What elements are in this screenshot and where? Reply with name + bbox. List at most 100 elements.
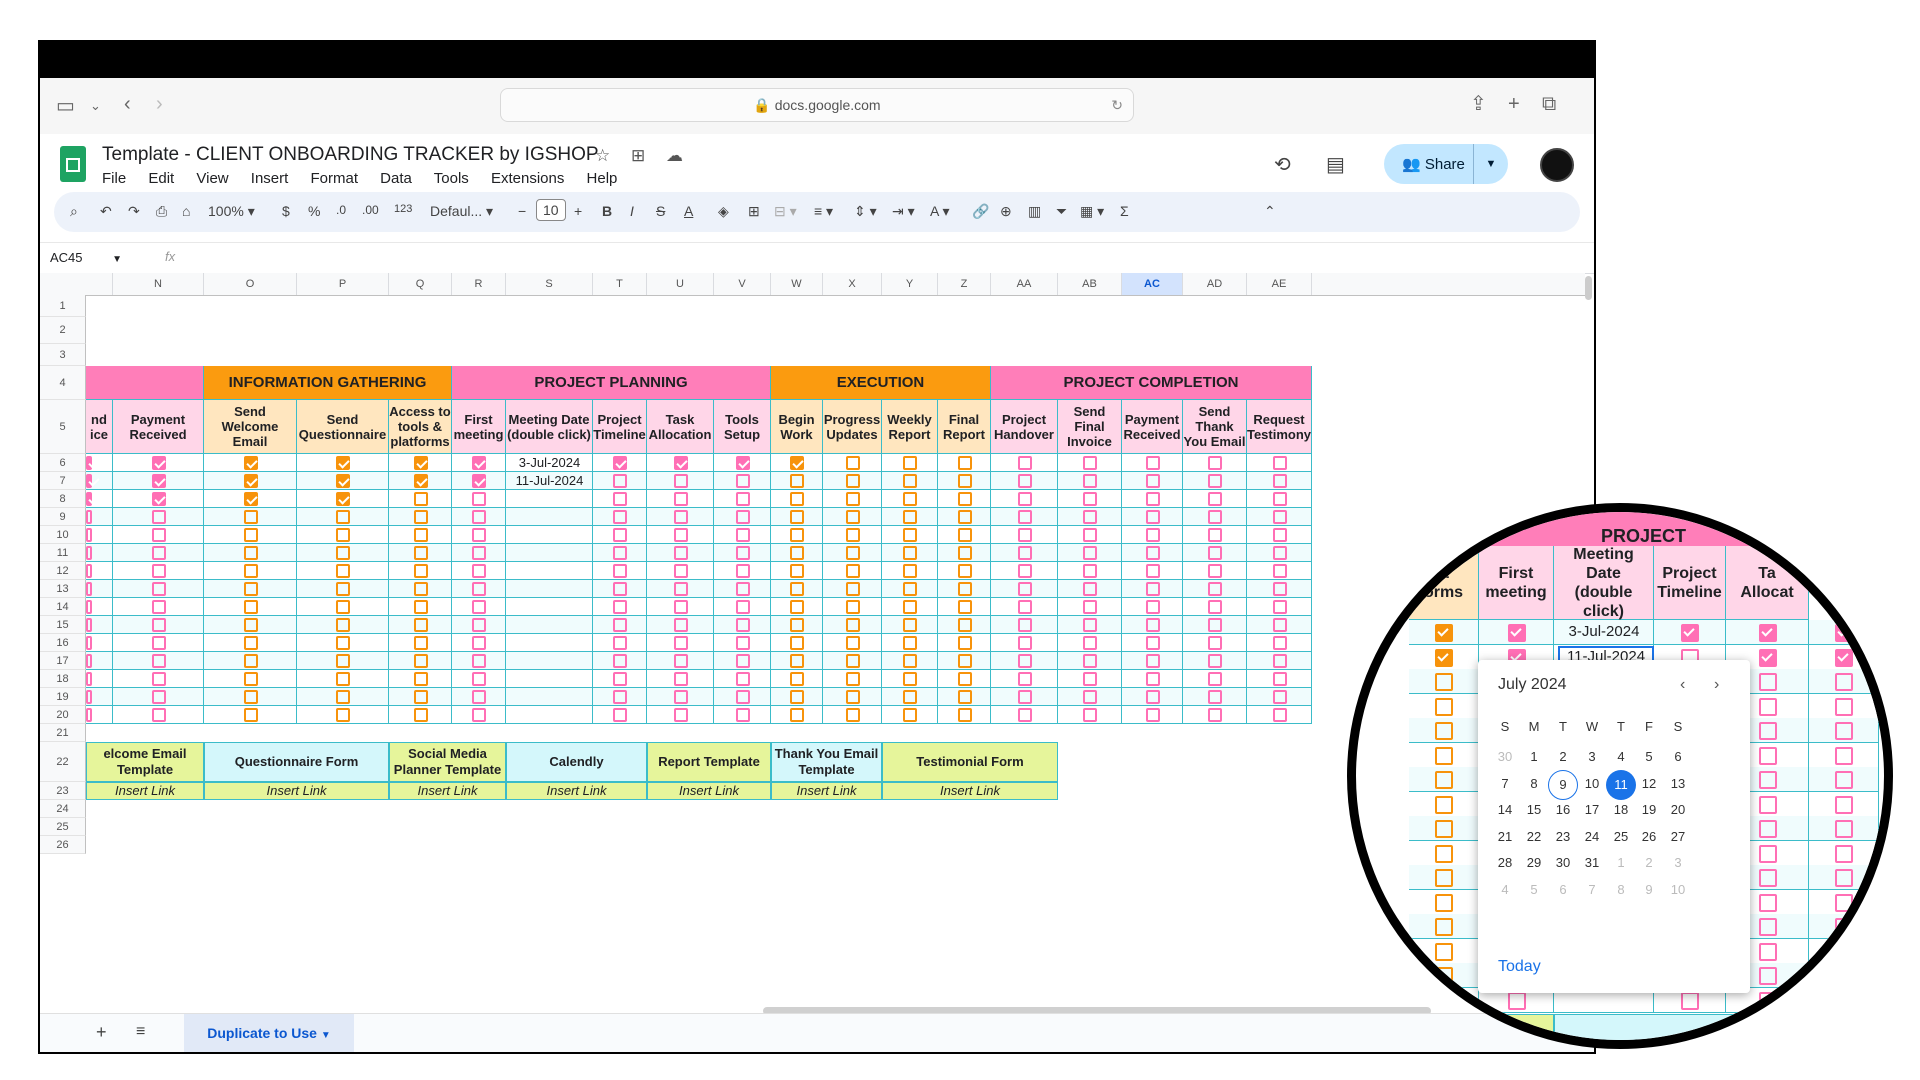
checkbox[interactable] bbox=[413, 582, 428, 596]
checkbox[interactable] bbox=[1145, 672, 1160, 686]
row-header-22[interactable]: 22 bbox=[40, 742, 86, 782]
checkbox[interactable] bbox=[472, 600, 486, 614]
resource-link[interactable]: Insert Link bbox=[506, 782, 647, 800]
search-icon[interactable]: ⌕ bbox=[70, 203, 78, 220]
checkbox[interactable] bbox=[86, 654, 92, 668]
checkbox[interactable] bbox=[957, 618, 972, 632]
row-header-4[interactable]: 4 bbox=[40, 366, 86, 400]
checkbox[interactable] bbox=[790, 474, 804, 488]
filter-icon[interactable]: ⏷ bbox=[1056, 203, 1067, 220]
checkbox[interactable] bbox=[1017, 456, 1032, 470]
font-size-minus[interactable]: − bbox=[518, 203, 526, 219]
menu-file[interactable]: File bbox=[102, 170, 126, 187]
paint-format-icon[interactable]: ⌂ bbox=[182, 203, 190, 219]
checkbox[interactable] bbox=[1272, 582, 1287, 596]
checkbox[interactable] bbox=[413, 528, 428, 542]
column-header-n[interactable]: N bbox=[113, 273, 204, 295]
row-header-21[interactable]: 21 bbox=[40, 724, 86, 742]
grid-cell[interactable] bbox=[506, 598, 593, 616]
checkbox[interactable] bbox=[845, 456, 860, 470]
row-header-23[interactable]: 23 bbox=[40, 782, 86, 800]
checkbox[interactable] bbox=[1208, 546, 1222, 560]
magnified-checkbox[interactable] bbox=[1435, 844, 1453, 863]
menu-format[interactable]: Format bbox=[310, 170, 358, 187]
checkbox[interactable] bbox=[613, 582, 627, 596]
undo-icon[interactable]: ↶ bbox=[100, 203, 112, 220]
checkbox[interactable] bbox=[673, 456, 688, 470]
checkbox[interactable] bbox=[151, 636, 166, 650]
rotate-icon[interactable]: A ▾ bbox=[930, 203, 949, 220]
checkbox[interactable] bbox=[1208, 636, 1222, 650]
checkbox[interactable] bbox=[735, 708, 750, 722]
checkbox[interactable] bbox=[790, 672, 804, 686]
row-header-2[interactable]: 2 bbox=[40, 317, 86, 344]
checkbox[interactable] bbox=[790, 492, 804, 506]
zoom-select[interactable]: 100% ▾ bbox=[208, 203, 255, 220]
checkbox[interactable] bbox=[957, 546, 972, 560]
magnified-checkbox[interactable] bbox=[1835, 869, 1853, 887]
magnified-checkbox[interactable] bbox=[1758, 624, 1777, 642]
row-header-13[interactable]: 13 bbox=[40, 580, 86, 598]
column-header-w[interactable]: W bbox=[771, 273, 823, 295]
magnified-checkbox[interactable] bbox=[1835, 624, 1853, 642]
checkbox[interactable] bbox=[1083, 600, 1097, 614]
checkbox[interactable] bbox=[336, 600, 350, 614]
prev-month-icon[interactable]: ‹ bbox=[1680, 676, 1685, 694]
magnified-checkbox[interactable] bbox=[1681, 624, 1699, 642]
checkbox[interactable] bbox=[1208, 582, 1222, 596]
checkbox[interactable] bbox=[845, 690, 860, 704]
checkbox[interactable] bbox=[1208, 654, 1222, 668]
checkbox[interactable] bbox=[336, 510, 350, 524]
calendar-day[interactable]: 25 bbox=[1606, 823, 1636, 851]
bold-icon[interactable]: B bbox=[602, 203, 612, 219]
today-button[interactable]: Today bbox=[1498, 958, 1541, 976]
checkbox[interactable] bbox=[1208, 618, 1222, 632]
checkbox[interactable] bbox=[613, 654, 627, 668]
checkbox[interactable] bbox=[1017, 672, 1032, 686]
magnified-checkbox[interactable] bbox=[1758, 795, 1777, 814]
grid-cell[interactable] bbox=[506, 562, 593, 580]
tab-duplicate-to-use[interactable]: Duplicate to Use ▼ bbox=[184, 1014, 354, 1052]
print-icon[interactable]: ⎙ bbox=[156, 203, 167, 220]
checkbox[interactable] bbox=[735, 600, 750, 614]
checkbox[interactable] bbox=[790, 690, 804, 704]
checkbox[interactable] bbox=[903, 546, 917, 560]
checkbox[interactable] bbox=[336, 546, 350, 560]
checkbox[interactable] bbox=[790, 510, 804, 524]
magnified-checkbox[interactable] bbox=[1758, 722, 1777, 740]
checkbox[interactable] bbox=[243, 510, 258, 524]
column-header-o[interactable]: O bbox=[204, 273, 297, 295]
calendar-day[interactable]: 18 bbox=[1606, 796, 1636, 824]
checkbox[interactable] bbox=[86, 564, 92, 578]
checkbox[interactable] bbox=[413, 474, 428, 488]
checkbox[interactable] bbox=[151, 510, 166, 524]
row-header-17[interactable]: 17 bbox=[40, 652, 86, 670]
checkbox[interactable] bbox=[151, 474, 166, 488]
calendar-day[interactable]: 28 bbox=[1490, 849, 1520, 877]
checkbox[interactable] bbox=[845, 600, 860, 614]
checkbox[interactable] bbox=[1083, 546, 1097, 560]
checkbox[interactable] bbox=[1208, 510, 1222, 524]
checkbox[interactable] bbox=[86, 492, 92, 506]
checkbox[interactable] bbox=[1017, 474, 1032, 488]
resource-link[interactable]: Insert Link bbox=[204, 782, 389, 800]
checkbox[interactable] bbox=[243, 690, 258, 704]
column-header-ad[interactable]: AD bbox=[1183, 273, 1247, 295]
checkbox[interactable] bbox=[1272, 654, 1287, 668]
collapse-toolbar-icon[interactable]: ⌃ bbox=[1264, 203, 1276, 220]
vertical-scrollbar[interactable] bbox=[1585, 276, 1592, 300]
magnified-checkbox[interactable] bbox=[1758, 771, 1777, 789]
checkbox[interactable] bbox=[472, 654, 486, 668]
redo-icon[interactable]: ↷ bbox=[128, 203, 140, 220]
checkbox[interactable] bbox=[243, 564, 258, 578]
magnified-checkbox[interactable] bbox=[1758, 918, 1777, 936]
checkbox[interactable] bbox=[151, 528, 166, 542]
checkbox[interactable] bbox=[86, 618, 92, 632]
checkbox[interactable] bbox=[336, 654, 350, 668]
checkbox[interactable] bbox=[86, 474, 92, 488]
checkbox[interactable] bbox=[1083, 528, 1097, 542]
checkbox[interactable] bbox=[1017, 528, 1032, 542]
checkbox[interactable] bbox=[1017, 546, 1032, 560]
magnified-checkbox[interactable] bbox=[1435, 942, 1453, 961]
checkbox[interactable] bbox=[1208, 600, 1222, 614]
